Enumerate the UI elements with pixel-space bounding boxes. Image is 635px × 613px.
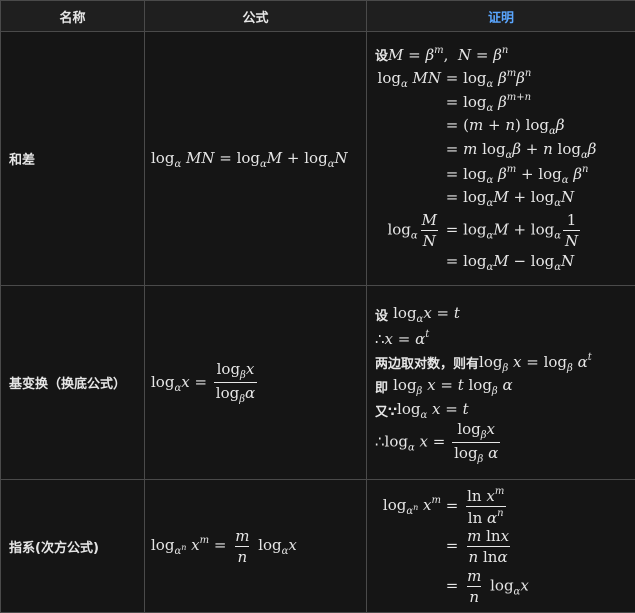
row-proof: 设 M = βm, N = βn logα MN = logα βmβn = l… xyxy=(367,32,635,286)
proof-line: logαMN = logαM + logα1N xyxy=(375,211,629,251)
proof-line: = m logαβ + n logαβ xyxy=(375,139,629,163)
formula-expression: logαx = logβxlogβα xyxy=(151,373,259,391)
proof-line: = mn logαx xyxy=(375,566,629,606)
proof-line: 设 M = βm, N = βn xyxy=(375,43,629,67)
row-proof: 设 logαx = t ∴x = αt 两边取对数，则有logβ x = log… xyxy=(367,286,635,480)
formula-expression: logαn xm = mn logαx xyxy=(151,536,297,554)
proof-line: logαn xm = ln xmln αn xyxy=(375,486,629,526)
proof-line: = m lnxn lnα xyxy=(375,526,629,566)
proof-line: = logαM − logαN xyxy=(375,251,629,275)
proof-line: 两边取对数，则有logβ x = logβ αt xyxy=(375,351,629,375)
formula-expression: logα MN = logαM + logαN xyxy=(151,149,348,167)
table-row: 指系(次方公式) logαn xm = mn logαx logαn xm = … xyxy=(1,480,635,613)
table-row: 和差 logα MN = logαM + logαN 设 M = βm, N =… xyxy=(1,32,635,286)
row-proof: logαn xm = ln xmln αn = m lnxn lnα = mn … xyxy=(367,480,635,613)
proof-line: = logα βm+n xyxy=(375,91,629,115)
proof-line: 设 logαx = t xyxy=(375,303,629,327)
proof-line: ∴logα x = logβxlogβ α xyxy=(375,423,629,463)
proof-line: = (m + n) logαβ xyxy=(375,115,629,139)
proof-line: = logαM + logαN xyxy=(375,187,629,211)
proof-line: 又∵logα x = t xyxy=(375,399,629,423)
header-name: 名称 xyxy=(1,1,145,32)
header-formula: 公式 xyxy=(145,1,367,32)
row-formula: logαn xm = mn logαx xyxy=(145,480,367,613)
table-row: 基变换（换底公式） logαx = logβxlogβα 设 logαx = t… xyxy=(1,286,635,480)
row-formula: logα MN = logαM + logαN xyxy=(145,32,367,286)
header-row: 名称 公式 证明 xyxy=(1,1,635,32)
row-name: 基变换（换底公式） xyxy=(1,286,145,480)
row-name: 指系(次方公式) xyxy=(1,480,145,613)
header-proof[interactable]: 证明 xyxy=(367,1,635,32)
logarithm-properties-table: 名称 公式 证明 和差 logα MN = logαM + logαN 设 M … xyxy=(0,0,635,613)
row-formula: logαx = logβxlogβα xyxy=(145,286,367,480)
proof-line: = logα βm + logα βn xyxy=(375,163,629,187)
proof-line: 即 logβ x = t logβ α xyxy=(375,375,629,399)
row-name: 和差 xyxy=(1,32,145,286)
proof-line: ∴x = αt xyxy=(375,327,629,351)
proof-line: logα MN = logα βmβn xyxy=(375,67,629,91)
